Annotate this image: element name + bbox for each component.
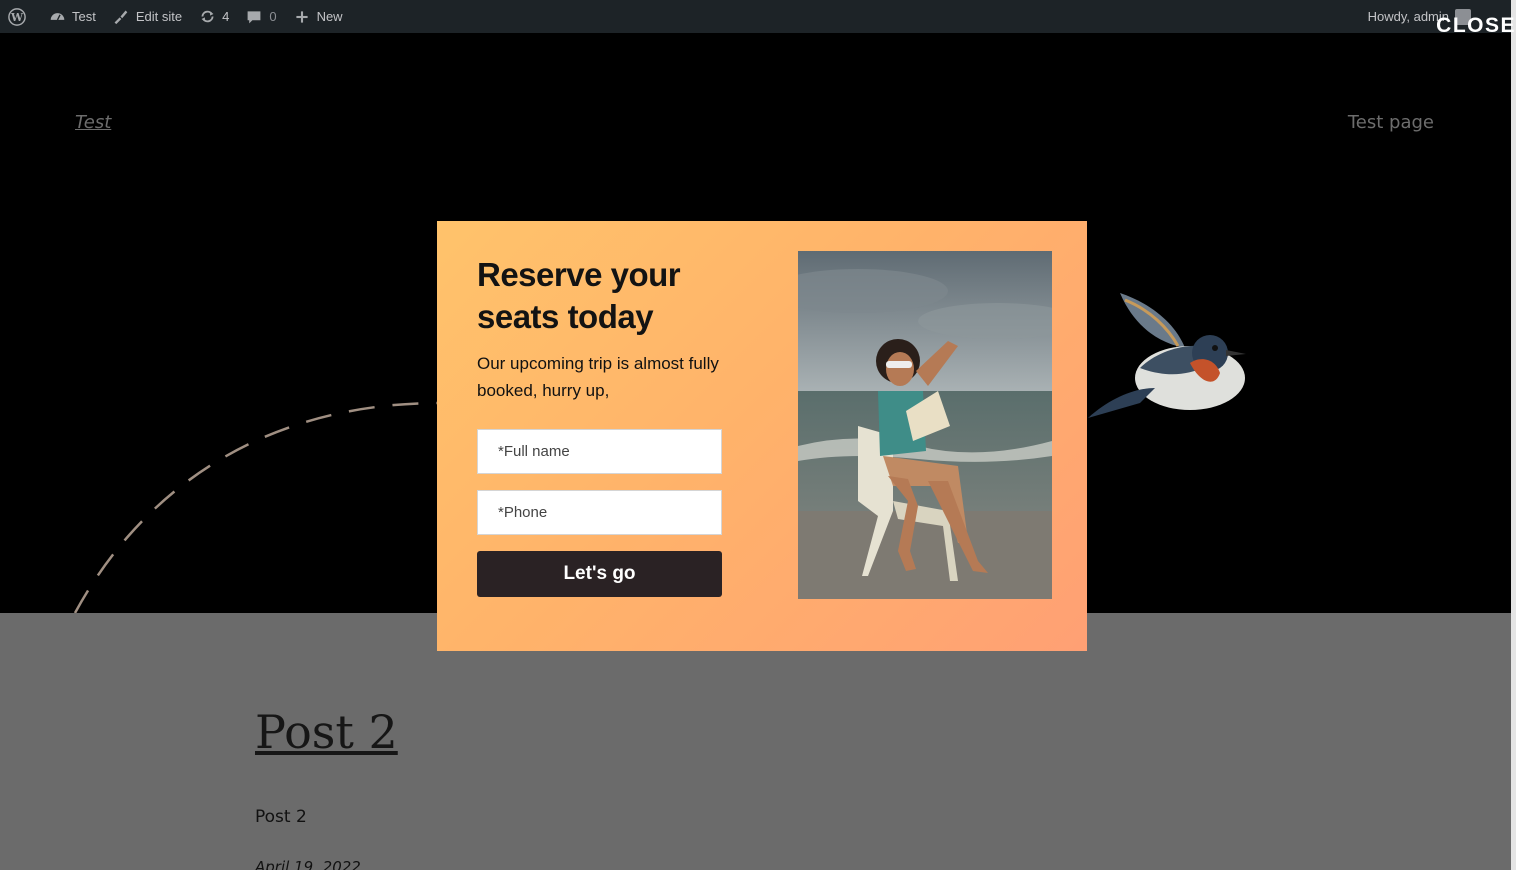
- updates-icon: [198, 8, 216, 26]
- post-content-area: Post 2 Post 2 April 19, 2022: [0, 613, 1511, 870]
- wordpress-logo-button[interactable]: W: [0, 0, 40, 33]
- beach-photo: [798, 251, 1052, 599]
- edit-site-label: Edit site: [135, 9, 183, 24]
- phone-input[interactable]: [477, 490, 722, 535]
- new-label: New: [316, 9, 343, 24]
- site-name-menu[interactable]: Test: [40, 0, 104, 33]
- full-name-input[interactable]: [477, 429, 722, 474]
- comments-button[interactable]: 0: [237, 0, 284, 33]
- wordpress-icon: W: [8, 7, 26, 26]
- svg-text:W: W: [10, 11, 24, 24]
- admin-bar: W Test Edit site 4 0 New Howdy, admin: [0, 0, 1511, 33]
- plus-icon: [293, 8, 311, 26]
- site-name-label: Test: [72, 9, 96, 24]
- bird-illustration: [1088, 293, 1246, 418]
- signup-popup: Reserve your seats today Our upcoming tr…: [437, 221, 1087, 651]
- comments-count: 0: [269, 9, 277, 24]
- comment-icon: [245, 8, 263, 26]
- updates-button[interactable]: 4: [190, 0, 237, 33]
- new-content-button[interactable]: New: [285, 0, 351, 33]
- popup-close-button[interactable]: CLOSE: [1436, 14, 1516, 38]
- edit-site-button[interactable]: Edit site: [104, 0, 190, 33]
- updates-count: 4: [222, 9, 230, 24]
- brush-icon: [112, 8, 130, 26]
- post-excerpt: Post 2: [255, 807, 307, 827]
- popup-subtext: Our upcoming trip is almost fully booked…: [477, 354, 719, 400]
- post-title-link[interactable]: Post 2: [255, 705, 398, 759]
- lets-go-button[interactable]: Let's go: [477, 551, 722, 597]
- popup-heading: Reserve your seats today: [477, 256, 681, 335]
- post-date: April 19, 2022: [255, 858, 361, 870]
- dashboard-icon: [48, 8, 66, 26]
- scrollbar[interactable]: [1511, 0, 1516, 870]
